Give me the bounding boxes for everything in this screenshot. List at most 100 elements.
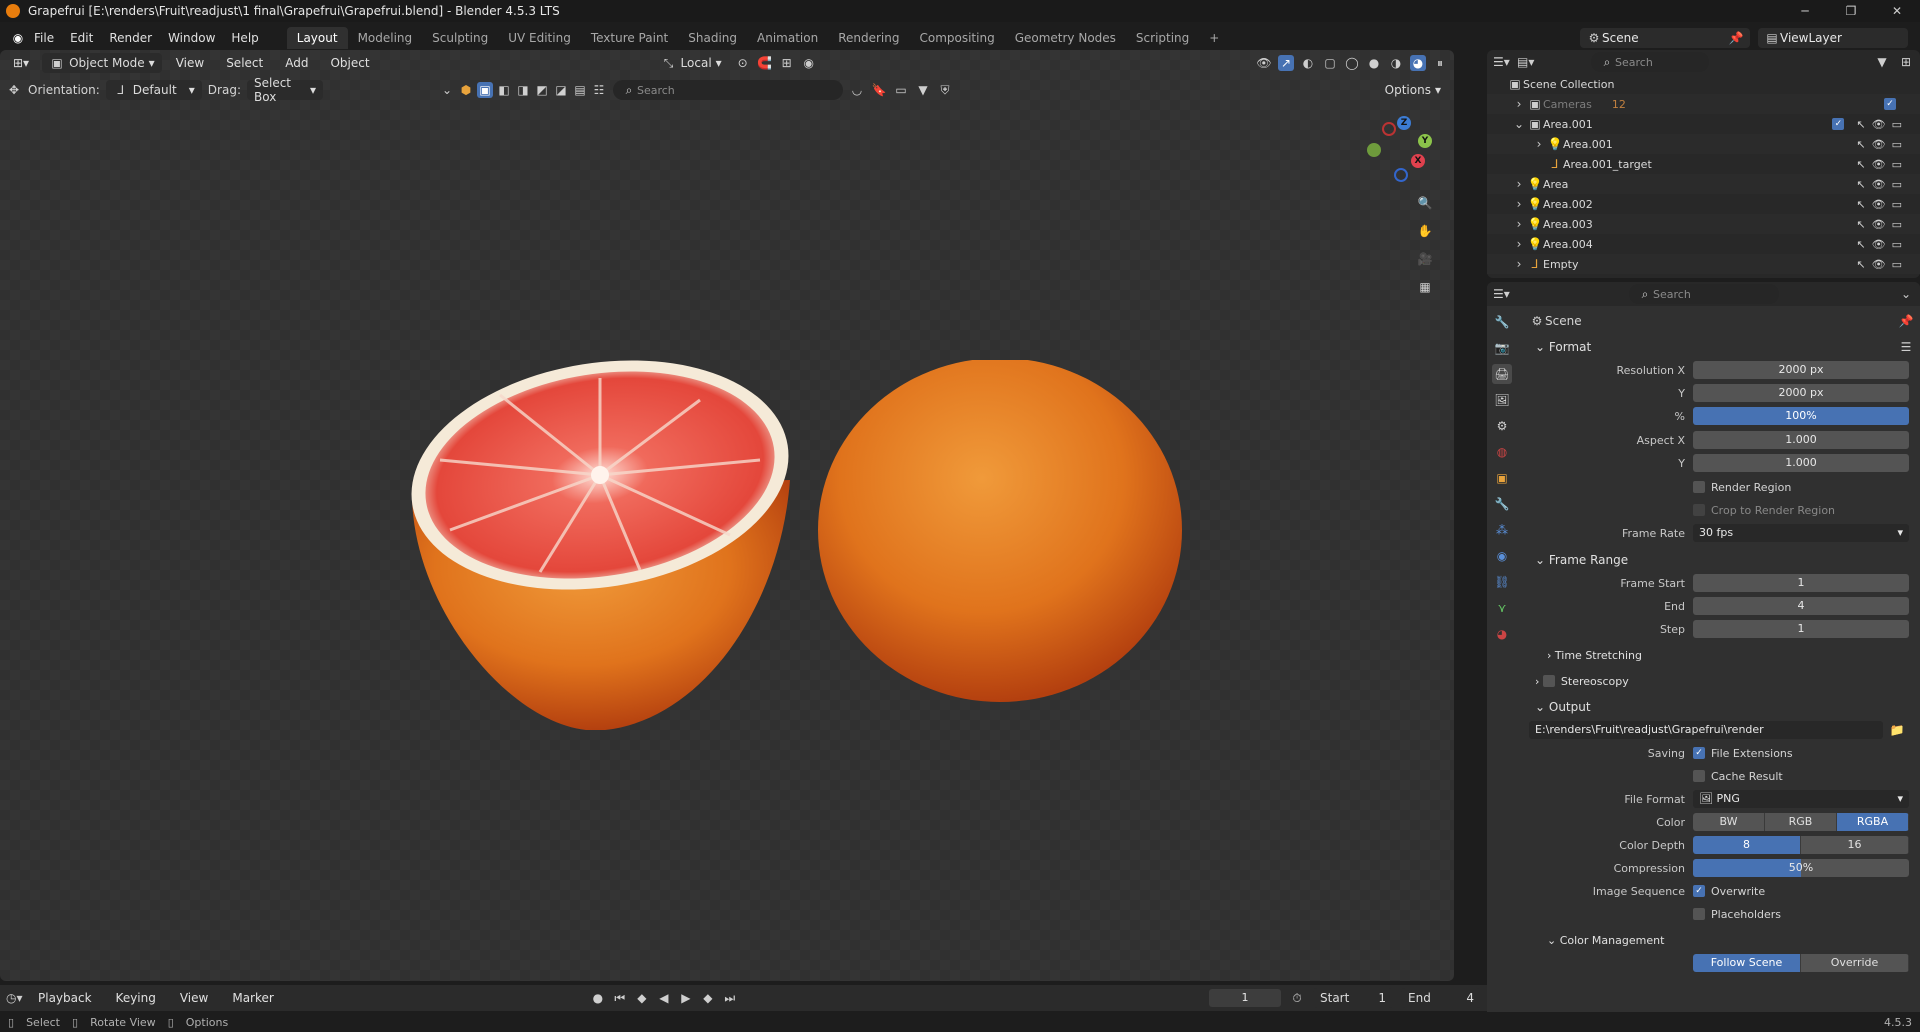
shading-wireframe-icon[interactable]: ◯ [1344, 55, 1360, 71]
next-keyframe-icon[interactable]: ◆ [700, 990, 716, 1006]
color-rgb-button[interactable]: RGB [1765, 813, 1837, 831]
aspect-y-field[interactable]: 1.000 [1693, 454, 1909, 472]
expand-icon[interactable]: › [1511, 96, 1527, 112]
viewport-menu-add[interactable]: Add [277, 52, 316, 74]
tab-texture-paint[interactable]: Texture Paint [581, 27, 678, 49]
view-icon[interactable]: ◡ [849, 82, 865, 98]
color-bw-button[interactable]: BW [1693, 813, 1765, 831]
select-icon[interactable]: ↖ [1856, 238, 1865, 251]
render-icon[interactable]: ▭ [1892, 218, 1902, 231]
snap-icon[interactable]: 🧲 [757, 55, 773, 71]
render-icon[interactable]: ▭ [1892, 238, 1902, 251]
select-box-icon[interactable]: ▣ [476, 82, 493, 98]
outliner-root[interactable]: ▣ Scene Collection [1487, 74, 1920, 94]
output-tab-icon[interactable]: 🖨 [1492, 364, 1512, 384]
viewport-menu-object[interactable]: Object [322, 52, 377, 74]
select-icon[interactable]: ↖ [1856, 258, 1865, 271]
navigation-gizmo[interactable]: Z Y X [1362, 116, 1434, 188]
aspect-x-field[interactable]: 1.000 [1693, 431, 1909, 449]
gizmo-toggle-icon[interactable]: ↗ [1278, 55, 1294, 71]
select-icon[interactable]: ↖ [1856, 218, 1865, 231]
menu-window[interactable]: Window [160, 27, 223, 49]
drag-dropdown[interactable]: Select Box ▾ [246, 76, 323, 104]
eye-icon[interactable]: 👁 [1872, 118, 1886, 131]
tab-compositing[interactable]: Compositing [909, 27, 1004, 49]
play-icon[interactable]: ▶ [678, 990, 694, 1006]
object-type-icon[interactable]: ⬢ [458, 82, 474, 98]
select-mode-extend-icon[interactable]: ◧ [496, 82, 512, 98]
collapse-icon[interactable]: ⌄ [1511, 116, 1527, 132]
menu-file[interactable]: File [26, 27, 62, 49]
move-tool-icon[interactable]: ✥ [6, 82, 22, 98]
properties-editor-icon[interactable]: ☰▾ [1493, 286, 1510, 302]
frame-start-field[interactable]: 1 [1693, 574, 1909, 592]
camera-view-icon[interactable]: 🎥 [1417, 251, 1433, 267]
collapse-icon[interactable]: ⌄ [1898, 286, 1914, 302]
tab-sculpting[interactable]: Sculpting [422, 27, 498, 49]
neg-x-axis-ball[interactable] [1382, 122, 1396, 136]
minimize-icon[interactable]: ─ [1782, 4, 1828, 18]
stereoscopy-checkbox[interactable] [1542, 675, 1555, 687]
override-button[interactable]: Override [1801, 954, 1909, 972]
output-section-header[interactable]: ⌄ Output [1523, 694, 1914, 720]
shading-solid-icon[interactable]: ● [1366, 55, 1382, 71]
blender-menu-icon[interactable]: ◉ [10, 30, 26, 46]
eye-icon[interactable]: 👁 [1872, 258, 1886, 271]
tool-tab-icon[interactable]: 🔧 [1492, 312, 1512, 332]
particles-tab-icon[interactable]: ⁂ [1492, 520, 1512, 540]
start-frame-field[interactable]: Start 1 [1313, 988, 1393, 1008]
outliner-item[interactable]: ⅃ Area.001_target ↖ 👁 ▭ [1487, 154, 1920, 174]
scene-tab-icon[interactable]: ⚙ [1492, 416, 1512, 436]
x-axis-ball[interactable]: X [1411, 154, 1425, 168]
tab-uv-editing[interactable]: UV Editing [498, 27, 581, 49]
pause-icon[interactable]: ⏸ [1432, 55, 1448, 71]
presets-icon[interactable]: ☰ [1898, 339, 1914, 355]
resolution-x-field[interactable]: 2000 px [1693, 361, 1909, 379]
object-tab-icon[interactable]: ▣ [1492, 468, 1512, 488]
transform-orientation-dropdown[interactable]: ⤡ Local ▾ [654, 53, 729, 73]
prev-keyframe-icon[interactable]: ◆ [634, 990, 650, 1006]
render-tab-icon[interactable]: 📷 [1492, 338, 1512, 358]
view-layer-tab-icon[interactable]: 🖼 [1492, 390, 1512, 410]
expand-icon[interactable]: › [1511, 236, 1527, 252]
tab-layout[interactable]: Layout [286, 27, 348, 49]
frame-end-field[interactable]: 4 [1693, 597, 1909, 615]
filter-icon[interactable]: ▼ [1874, 54, 1890, 70]
eye-icon[interactable]: 👁 [1872, 178, 1886, 191]
expand-icon[interactable]: › [1511, 216, 1527, 232]
outliner-item[interactable]: › 💡 Area.002 ↖ 👁 ▭ [1487, 194, 1920, 214]
pan-hand-icon[interactable]: ✋ [1417, 223, 1433, 239]
outliner-item[interactable]: ⌄ ▣ Area.001 ✓ ↖ 👁 ▭ [1487, 114, 1920, 134]
select-icon[interactable]: ↖ [1856, 198, 1865, 211]
material-tab-icon[interactable]: ◕ [1492, 624, 1512, 644]
tab-animation[interactable]: Animation [747, 27, 828, 49]
pivot-point-icon[interactable]: ⊙ [735, 55, 751, 71]
render-icon[interactable]: ▭ [1892, 138, 1902, 151]
viewlayer-selector[interactable]: ▤ ViewLayer [1758, 28, 1908, 48]
bookmark-icon[interactable]: 🔖 [871, 82, 887, 98]
render-icon[interactable]: ▭ [1892, 258, 1902, 271]
timeline-menu-playback[interactable]: Playback [30, 987, 100, 1009]
modifiers-tab-icon[interactable]: 🔧 [1492, 494, 1512, 514]
select-mode-intersect-icon[interactable]: ◪ [553, 82, 569, 98]
orientation-dropdown[interactable]: ⅃ Default ▾ [105, 80, 202, 100]
viewport-search[interactable]: ⌕ Search [612, 80, 843, 100]
physics-tab-icon[interactable]: ◉ [1492, 546, 1512, 566]
include-checkbox[interactable]: ✓ [1884, 98, 1896, 110]
shield-icon[interactable]: ⛨ [937, 82, 953, 98]
menu-render[interactable]: Render [101, 27, 160, 49]
timeline-menu-marker[interactable]: Marker [224, 987, 281, 1009]
end-frame-field[interactable]: End 4 [1401, 988, 1481, 1008]
depth-16-button[interactable]: 16 [1801, 836, 1909, 854]
viewport-menu-select[interactable]: Select [218, 52, 271, 74]
display-mode-icon[interactable]: ▤▾ [1517, 54, 1534, 70]
maximize-icon[interactable]: ❐ [1828, 4, 1874, 18]
select-icon[interactable]: ↖ [1856, 138, 1865, 151]
collapse-icon[interactable]: ⌄ [439, 82, 455, 98]
new-collection-icon[interactable]: ⊞ [1898, 54, 1914, 70]
mode-dropdown[interactable]: ▣ Object Mode ▾ [42, 53, 162, 73]
menu-help[interactable]: Help [223, 27, 266, 49]
cache-result-checkbox[interactable] [1693, 770, 1705, 782]
color-rgba-button[interactable]: RGBA [1837, 813, 1909, 831]
outliner-editor-icon[interactable]: ☰▾ [1493, 54, 1510, 70]
